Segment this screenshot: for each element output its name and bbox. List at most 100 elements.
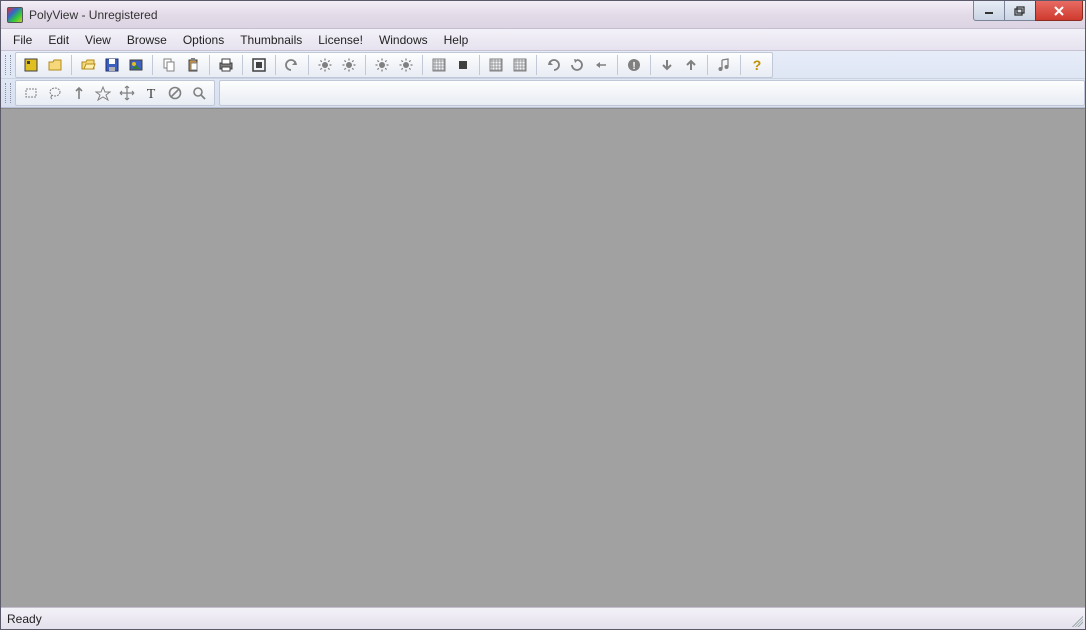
menu-thumbnails[interactable]: Thumbnails [232,29,310,50]
save-icon [104,57,120,73]
toolbar-grip[interactable] [5,55,11,75]
nosymbol-button[interactable] [164,82,186,104]
lasso-icon [47,85,63,101]
slideshow-icon [128,57,144,73]
resize-grip-icon[interactable] [1069,613,1083,627]
text-button[interactable]: T [140,82,162,104]
maximize-icon [1014,6,1026,16]
arrow-n-button[interactable] [68,82,90,104]
open-button[interactable] [77,54,99,76]
menu-windows[interactable]: Windows [371,29,436,50]
print-button[interactable] [215,54,237,76]
text-icon: T [143,85,159,101]
menu-help[interactable]: Help [436,29,477,50]
menu-view[interactable]: View [77,29,119,50]
workspace[interactable] [1,108,1085,607]
paste-button[interactable] [182,54,204,76]
app-icon [7,7,23,23]
save-button[interactable] [101,54,123,76]
brightness-down-icon [317,57,333,73]
contrast-up-button[interactable] [395,54,417,76]
copy-icon [161,57,177,73]
toolbar-separator [152,55,153,75]
window-title: PolyView - Unregistered [29,8,158,22]
undo-button[interactable] [281,54,303,76]
toolbar-spacer [219,80,1085,106]
fullscreen-button[interactable] [248,54,270,76]
arrow-down-icon [659,57,675,73]
grid1-button[interactable] [428,54,450,76]
brightness-up-button[interactable] [338,54,360,76]
maximize-button[interactable] [1004,1,1036,21]
toolbar-separator [71,55,72,75]
toolbar-separator [740,55,741,75]
flip-icon [593,57,609,73]
zoom-button[interactable] [188,82,210,104]
toolbar-separator [617,55,618,75]
star-icon [95,85,111,101]
toolbar-separator [365,55,366,75]
zoom-icon [191,85,207,101]
rotate-button[interactable] [566,54,588,76]
menubar: FileEditViewBrowseOptionsThumbnailsLicen… [1,29,1085,51]
help-button[interactable]: ? [746,54,768,76]
toolbar-grip[interactable] [5,83,11,103]
statusbar: Ready [1,607,1085,629]
toolbar-separator [209,55,210,75]
grid2-button[interactable] [485,54,507,76]
folder-button[interactable] [44,54,66,76]
app-window: PolyView - Unregistered FileEditViewBrow… [0,0,1086,630]
brightness-down-button[interactable] [314,54,336,76]
menu-edit[interactable]: Edit [40,29,77,50]
svg-text:!: ! [632,61,635,72]
print-icon [218,57,234,73]
rect-select-button[interactable] [20,82,42,104]
copy-button[interactable] [158,54,180,76]
grid3-button[interactable] [509,54,531,76]
toolbars-area: !? T [1,51,1085,108]
arrow-n-icon [71,85,87,101]
toolbar-separator [275,55,276,75]
star-button[interactable] [92,82,114,104]
menu-license[interactable]: License! [310,29,371,50]
slideshow-button[interactable] [125,54,147,76]
redo-icon [545,57,561,73]
toolbar-row-1: !? [1,51,1085,79]
info-icon: ! [626,57,642,73]
menu-browse[interactable]: Browse [119,29,175,50]
rect-select-icon [23,85,39,101]
svg-text:T: T [147,87,156,101]
paste-icon [185,57,201,73]
info-button[interactable]: ! [623,54,645,76]
toolbar-row-2: T [1,79,1085,107]
minimize-button[interactable] [973,1,1005,21]
open-icon [80,57,96,73]
close-icon [1053,6,1065,16]
redo-button[interactable] [542,54,564,76]
explorer-button[interactable] [20,54,42,76]
toolbar-separator [308,55,309,75]
stop-button[interactable] [452,54,474,76]
close-button[interactable] [1035,1,1083,21]
arrow-down-button[interactable] [656,54,678,76]
folder-icon [47,57,63,73]
contrast-down-button[interactable] [371,54,393,76]
move-icon [119,85,135,101]
grid3-icon [512,57,528,73]
music-button[interactable] [713,54,735,76]
nosymbol-icon [167,85,183,101]
contrast-down-icon [374,57,390,73]
flip-button[interactable] [590,54,612,76]
lasso-button[interactable] [44,82,66,104]
titlebar[interactable]: PolyView - Unregistered [1,1,1085,29]
annotation-toolbar: T [15,80,215,106]
explorer-icon [23,57,39,73]
rotate-icon [569,57,585,73]
arrow-up-icon [683,57,699,73]
toolbar-separator [479,55,480,75]
menu-options[interactable]: Options [175,29,232,50]
move-button[interactable] [116,82,138,104]
menu-file[interactable]: File [5,29,40,50]
arrow-up-button[interactable] [680,54,702,76]
brightness-up-icon [341,57,357,73]
